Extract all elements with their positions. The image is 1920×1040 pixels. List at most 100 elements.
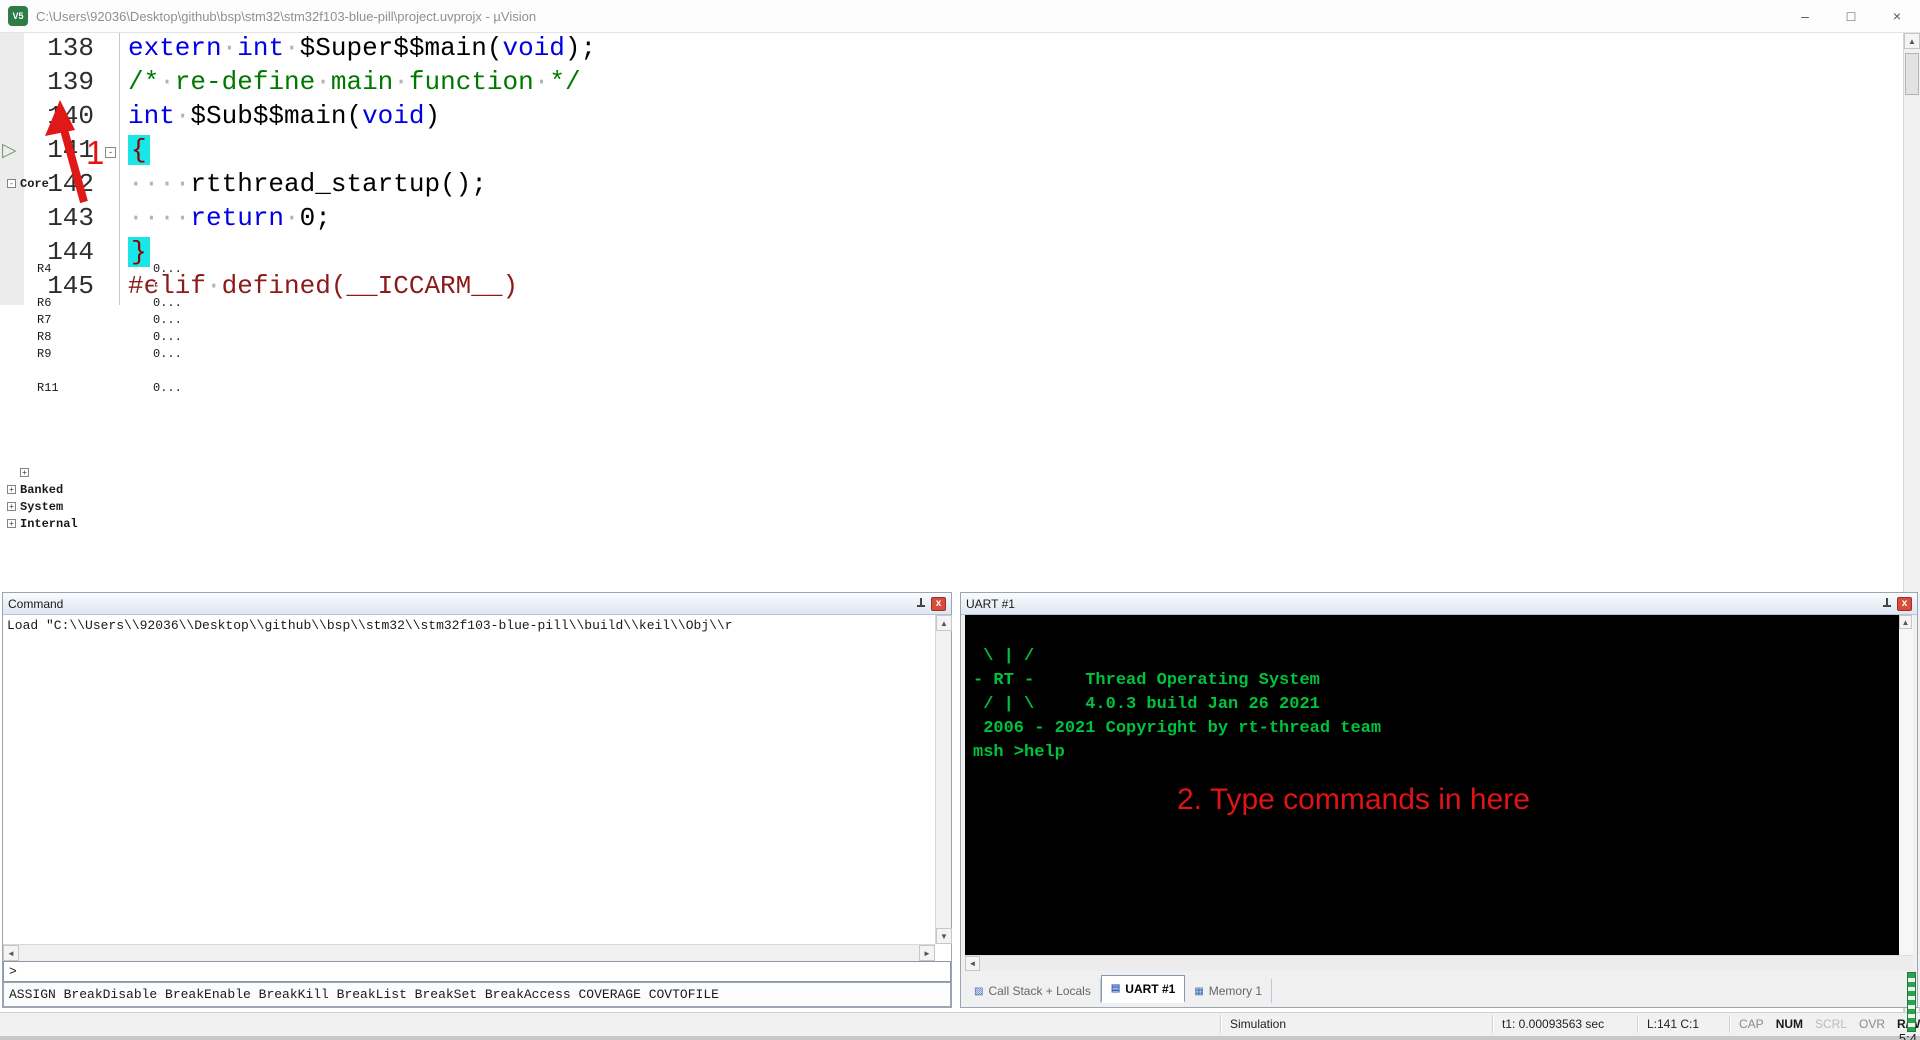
register-name: R4	[37, 262, 51, 276]
register-name: R1	[37, 211, 51, 225]
call-stack-locals-icon: ▨	[974, 986, 983, 997]
register-name: R6	[37, 296, 51, 310]
tab-call-stack-locals[interactable]: ▨ Call Stack + Locals	[965, 979, 1101, 1003]
register-name: R3	[37, 245, 51, 259]
scroll-up-icon[interactable]: ▲	[1899, 615, 1912, 629]
scroll-up-icon[interactable]: ▲	[936, 615, 952, 631]
line-number: 140	[24, 101, 102, 135]
uart-terminal[interactable]: \ | /- RT - Thread Operating System / | …	[965, 615, 1899, 955]
editor-margin[interactable]	[0, 271, 24, 305]
status-bar: Simulation t1: 0.00093563 sec L:141 C:1 …	[0, 1012, 1920, 1036]
editor-margin[interactable]	[0, 101, 24, 135]
close-window-button[interactable]: ×	[1874, 0, 1920, 32]
status-flag-num: NUM	[1776, 1017, 1803, 1031]
fold-margin[interactable]	[102, 67, 120, 101]
status-flag-scrl: SCRL	[1815, 1017, 1847, 1031]
close-icon[interactable]: x	[931, 597, 946, 611]
uart-output: \ | /- RT - Thread Operating System / | …	[965, 615, 1899, 765]
minimize-button[interactable]: –	[1782, 0, 1828, 32]
scroll-right-icon[interactable]: ►	[919, 945, 935, 961]
uart-line: msh >help	[973, 741, 1899, 765]
command-hscrollbar: ◄ ►	[3, 944, 935, 961]
code-line: 139/*·re-define·main·function·*/	[0, 67, 1903, 101]
register-name: R15 (PC)	[37, 449, 95, 463]
uvision-logo-icon: V5	[8, 6, 28, 26]
code-text: ····return·0;	[120, 203, 331, 237]
command-input[interactable]: >	[3, 961, 951, 982]
editor-margin[interactable]	[0, 33, 24, 67]
code-text: int·$Sub$$main(void)	[120, 101, 440, 135]
editor-margin[interactable]	[0, 67, 24, 101]
close-icon[interactable]: x	[1897, 597, 1912, 611]
tree-expander-icon[interactable]: +	[7, 485, 16, 494]
tab-label: Call Stack + Locals	[988, 984, 1090, 998]
scroll-up-icon[interactable]: ▲	[1904, 33, 1920, 49]
register-value: 0...	[153, 381, 182, 395]
pin-icon[interactable]	[915, 597, 926, 610]
scrollbar-thumb[interactable]	[1905, 53, 1919, 95]
pin-icon[interactable]	[1881, 597, 1892, 610]
command-panel-header: Command x	[3, 593, 951, 615]
annotation-step-1: 1	[86, 134, 104, 172]
fold-margin[interactable]	[102, 271, 120, 305]
scroll-left-icon[interactable]: ◄	[965, 956, 980, 971]
current-statement-icon: ▷	[2, 139, 17, 162]
tree-expander-icon[interactable]: +	[7, 519, 16, 528]
editor-margin[interactable]	[0, 203, 24, 237]
register-value: 0...	[153, 330, 182, 344]
fold-margin[interactable]	[102, 237, 120, 271]
uart-panel: UART #1 x \ | /- RT - Thread Operating S…	[960, 592, 1918, 1008]
register-name: R14 (LR)	[37, 432, 95, 446]
code-line: 144}	[0, 237, 1903, 271]
fold-margin[interactable]	[102, 203, 120, 237]
register-value: 0...	[153, 415, 182, 429]
register-name: R10	[37, 364, 59, 378]
tab-memory-1[interactable]: ▦Memory 1	[1185, 979, 1272, 1003]
fold-margin[interactable]	[102, 169, 120, 203]
bottom-dock-tabs: ▨ Call Stack + Locals ▤ UART #1 ▦Memory 1	[965, 973, 1272, 1003]
register-name: R12	[37, 398, 59, 412]
tab-label: UART #1	[1125, 982, 1175, 996]
editor-panel: startup_stm32f103xb.scomponents.c ▼ × 13…	[0, 0, 1673, 318]
register-name: R5	[37, 279, 51, 293]
editor-margin[interactable]	[0, 237, 24, 271]
tab-label: Memory 1	[1209, 984, 1262, 998]
fold-margin[interactable]: -	[102, 135, 120, 169]
status-time: t1: 0.00093563 sec	[1502, 1017, 1604, 1031]
uart-line: 2006 - 2021 Copyright by rt-thread team	[973, 717, 1899, 741]
line-number: 139	[24, 67, 102, 101]
code-text: extern·int·$Super$$main(void);	[120, 33, 596, 67]
fold-margin[interactable]	[102, 101, 120, 135]
status-target: Simulation	[1230, 1017, 1286, 1031]
fold-collapse-icon[interactable]: -	[105, 147, 116, 158]
tab-uart-1[interactable]: ▤ UART #1	[1101, 975, 1185, 1003]
register-value: 0...	[153, 432, 182, 446]
status-flag-cap: CAP	[1739, 1017, 1764, 1031]
tree-expander-icon[interactable]: -	[7, 179, 16, 188]
editor-margin[interactable]: ▷	[0, 135, 24, 169]
scroll-left-icon[interactable]: ◄	[3, 945, 19, 961]
register-value: 0...	[153, 466, 182, 480]
fold-margin[interactable]	[102, 33, 120, 67]
code-text: }	[120, 237, 150, 271]
command-help-bar: ASSIGN BreakDisable BreakEnable BreakKil…	[3, 982, 951, 1007]
register-name: R11	[37, 381, 59, 395]
code-line: 140 int·$Sub$$main(void)	[0, 101, 1903, 135]
code-line: 138extern·int·$Super$$main(void);	[0, 33, 1903, 67]
line-number: 143	[24, 203, 102, 237]
register-value: 0...	[153, 296, 182, 310]
command-panel-title: Command	[8, 597, 63, 611]
uart-line: \ | /	[973, 645, 1899, 669]
register-value: 0...	[153, 449, 182, 463]
maximize-button[interactable]: □	[1828, 0, 1874, 32]
tree-expander-icon[interactable]: +	[7, 502, 16, 511]
register-value: 0...	[153, 347, 182, 361]
status-line-col: L:141 C:1	[1647, 1017, 1699, 1031]
uart-1-icon: ▤	[1111, 983, 1120, 994]
code-line: 142····rtthread_startup();	[0, 169, 1903, 203]
line-number: 145	[24, 271, 102, 305]
tree-expander-icon[interactable]: +	[20, 468, 29, 477]
scroll-down-icon[interactable]: ▼	[936, 928, 952, 944]
register-name: Internal	[20, 517, 78, 531]
command-output[interactable]: Load "C:\\Users\\92036\\Desktop\\github\…	[3, 615, 935, 944]
